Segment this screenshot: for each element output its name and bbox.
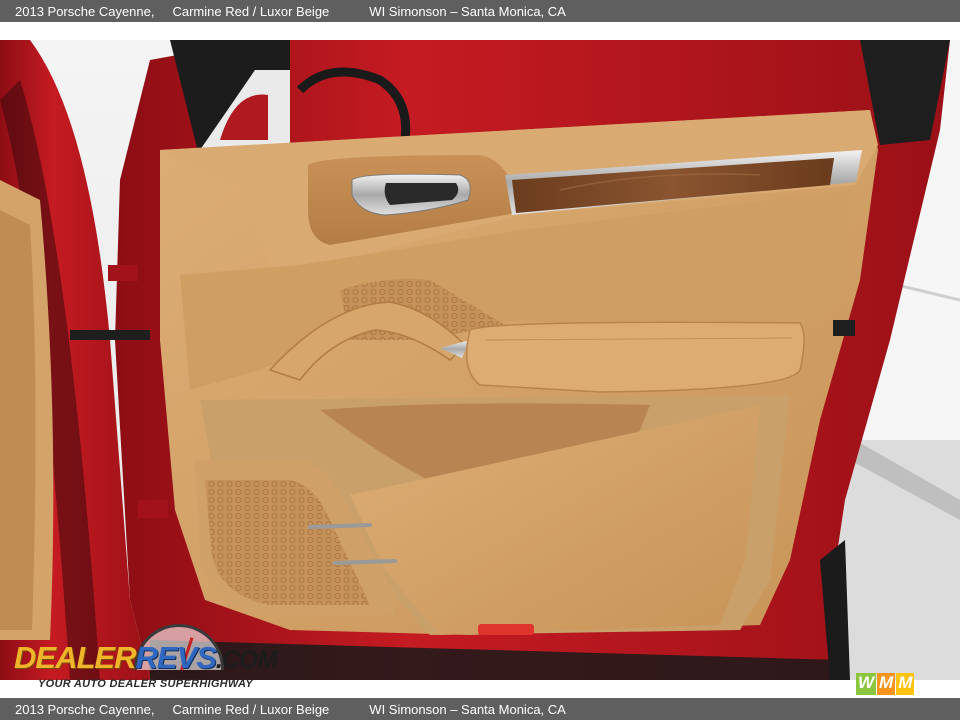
- vehicle-name: 2013 Porsche Cayenne,: [15, 3, 155, 19]
- bottom-caption-bar: 2013 Porsche Cayenne, Carmine Red / Luxo…: [0, 698, 960, 720]
- vehicle-name: 2013 Porsche Cayenne,: [15, 701, 155, 717]
- dealerrevs-watermark: DEALERREVS.COM YOUR AUTO DEALER SUPERHIG…: [12, 624, 278, 694]
- vehicle-colors: Carmine Red / Luxor Beige: [172, 701, 330, 717]
- top-caption-bar: 2013 Porsche Cayenne, Carmine Red / Luxo…: [0, 0, 960, 22]
- dealer-corner-logo: W M M: [856, 673, 934, 695]
- dealerrevs-logo: DEALERREVS.COM: [14, 640, 278, 675]
- vehicle-colors: Carmine Red / Luxor Beige: [172, 3, 330, 19]
- dealer-name: WI Simonson – Santa Monica, CA: [369, 701, 566, 717]
- door-panel-photo: [0, 40, 960, 680]
- dealer-name: WI Simonson – Santa Monica, CA: [369, 3, 566, 19]
- dealerrevs-tagline: YOUR AUTO DEALER SUPERHIGHWAY: [38, 678, 254, 690]
